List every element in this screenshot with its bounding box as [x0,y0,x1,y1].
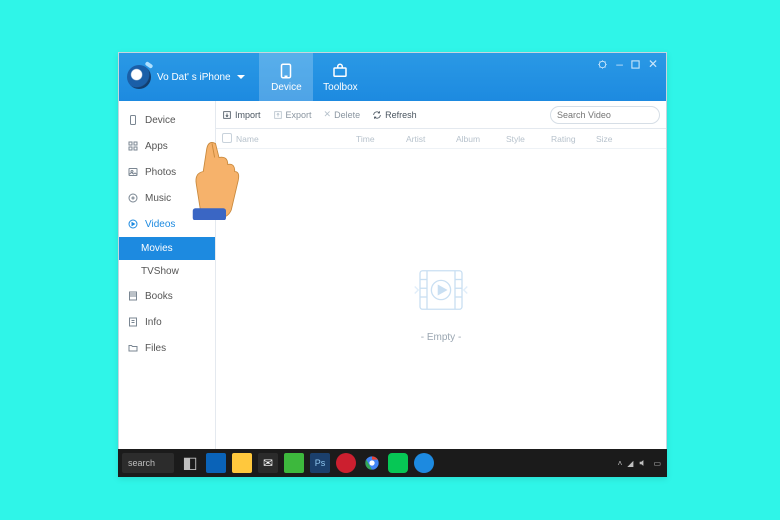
tray-lang-icon[interactable]: ▭ [653,459,661,468]
tray-network-icon[interactable]: ◢ [627,459,633,468]
refresh-label: Refresh [385,110,417,120]
content-area: - Empty - [216,149,666,456]
sidebar-item-info[interactable]: Info [119,309,215,335]
select-all-checkbox[interactable] [222,133,236,145]
taskbar-app-explorer[interactable] [232,453,252,473]
sidebar-item-label: Photos [145,167,176,178]
app-logo-icon [127,65,151,89]
window-close-icon[interactable]: ✕ [648,57,658,71]
chevron-down-icon [237,75,245,79]
col-rating[interactable]: Rating [551,134,596,144]
import-label: Import [235,110,261,120]
folder-icon [127,342,139,354]
sidebar-item-label: Files [145,343,166,354]
delete-label: Delete [334,110,360,120]
sidebar-item-books[interactable]: Books [119,283,215,309]
sidebar-sub-tvshow[interactable]: TVShow [119,260,215,283]
refresh-icon [372,110,382,120]
col-name[interactable]: Name [236,134,356,144]
sidebar-sub-label: Movies [141,243,173,254]
taskbar-app-mail[interactable]: ✉ [258,453,278,473]
sidebar-sub-label: TVShow [141,266,179,277]
toolbox-icon [331,62,349,80]
sidebar-item-photos[interactable]: Photos [119,159,215,185]
col-time[interactable]: Time [356,134,406,144]
sidebar-item-label: Device [145,115,176,126]
tab-toolbox[interactable]: Toolbox [313,53,367,101]
taskbar-app-itools[interactable] [414,453,434,473]
window-maximize-icon[interactable] [631,60,640,69]
device-selector[interactable]: Vo Dat' s iPhone [157,72,245,83]
empty-video-icon [406,262,476,318]
col-artist[interactable]: Artist [406,134,456,144]
window-minimize-icon[interactable]: – [616,57,623,71]
taskbar-app-ps[interactable]: Ps [310,453,330,473]
device-name-label: Vo Dat' s iPhone [157,72,231,83]
taskbar-app-opera[interactable] [336,453,356,473]
tab-toolbox-label: Toolbox [323,82,357,93]
search-input[interactable] [557,110,674,120]
taskbar-search-label: search [128,458,155,468]
window-controls: – ✕ [597,57,658,71]
device-icon [277,62,295,80]
windows-taskbar: search ◧ ✉ Ps ˄ ◢ ▭ [118,449,667,477]
sidebar-item-device[interactable]: Device [119,107,215,133]
delete-icon: ✕ [324,109,332,120]
col-album[interactable]: Album [456,134,506,144]
import-icon [222,110,232,120]
taskbar-search[interactable]: search [122,453,174,473]
tray-volume-icon[interactable] [638,458,648,468]
sidebar-item-files[interactable]: Files [119,335,215,361]
info-icon [127,316,139,328]
sidebar-item-label: Apps [145,141,168,152]
tab-device-label: Device [271,82,302,93]
app-window: Vo Dat' s iPhone Device Toolbox – ✕ Devi… [118,52,667,477]
apps-icon [127,140,139,152]
column-headers: Name Time Artist Album Style Rating Size [216,129,666,149]
books-icon [127,290,139,302]
col-style[interactable]: Style [506,134,551,144]
delete-button[interactable]: ✕ Delete [324,109,361,120]
sidebar-item-videos[interactable]: Videos [119,211,215,237]
import-button[interactable]: Import [222,110,261,120]
sidebar-item-music[interactable]: Music [119,185,215,211]
empty-label: - Empty - [421,332,462,343]
sidebar-item-apps[interactable]: Apps [119,133,215,159]
taskbar-app-green[interactable] [284,453,304,473]
photos-icon [127,166,139,178]
toolbar: Import Export ✕ Delete Refresh [216,101,666,129]
sidebar-item-label: Videos [145,219,175,230]
refresh-button[interactable]: Refresh [372,110,417,120]
sidebar-item-label: Info [145,317,162,328]
main-panel: Import Export ✕ Delete Refresh [216,101,666,476]
title-bar: Vo Dat' s iPhone Device Toolbox – ✕ [119,53,666,101]
export-label: Export [286,110,312,120]
tray-chevron-icon[interactable]: ˄ [618,459,623,468]
taskbar-app-line[interactable] [388,453,408,473]
sidebar-item-label: Music [145,193,171,204]
settings-icon[interactable] [597,59,608,70]
sidebar-item-label: Books [145,291,173,302]
videos-icon [127,218,139,230]
app-body: Device Apps Photos Music Videos Movies [119,101,666,476]
export-icon [273,110,283,120]
sidebar: Device Apps Photos Music Videos Movies [119,101,216,476]
export-button[interactable]: Export [273,110,312,120]
taskbar-app-chrome[interactable] [362,453,382,473]
sidebar-sub-movies[interactable]: Movies [119,237,215,260]
taskbar-app-edge[interactable] [206,453,226,473]
search-box[interactable] [550,106,660,124]
music-icon [127,192,139,204]
tab-device[interactable]: Device [259,53,313,101]
system-tray[interactable]: ˄ ◢ ▭ [618,458,667,468]
phone-icon [127,114,139,126]
col-size[interactable]: Size [596,134,636,144]
task-view-icon[interactable]: ◧ [180,453,200,473]
